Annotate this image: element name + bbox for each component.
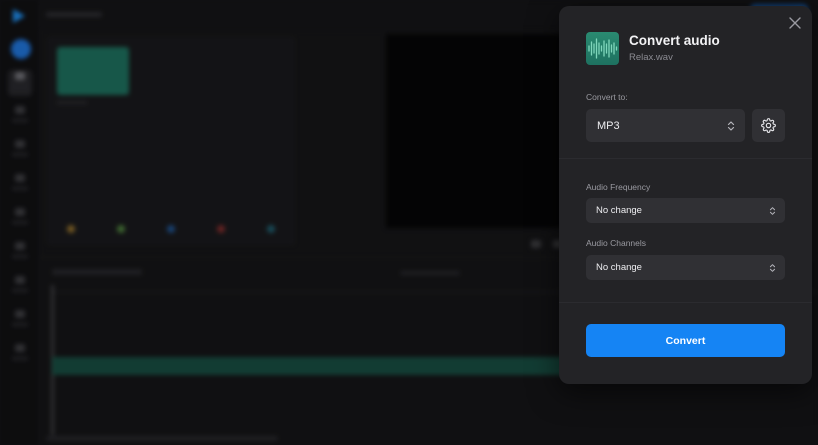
dialog-title: Convert audio (629, 33, 720, 48)
convert-to-label: Convert to: (586, 92, 628, 102)
audio-frequency-value: No change (596, 205, 642, 216)
format-value: MP3 (597, 119, 620, 132)
divider (559, 158, 812, 159)
video-editor-app: Convert audio Relax.wav Convert to: MP3 … (0, 0, 818, 445)
divider (559, 302, 812, 303)
audio-frequency-select[interactable]: No change (586, 198, 785, 223)
convert-button[interactable]: Convert (586, 324, 785, 357)
format-settings-button[interactable] (752, 109, 785, 142)
audio-channels-value: No change (596, 262, 642, 273)
close-button[interactable] (786, 14, 804, 32)
audio-channels-select[interactable]: No change (586, 255, 785, 280)
audio-channels-label: Audio Channels (586, 238, 647, 248)
audio-frequency-label: Audio Frequency (586, 182, 651, 192)
chevron-up-down-icon (727, 120, 735, 132)
close-icon (789, 17, 801, 29)
gear-icon (761, 118, 776, 133)
file-name: Relax.wav (629, 52, 673, 63)
audio-waveform-icon (586, 32, 619, 65)
format-select[interactable]: MP3 (586, 109, 745, 142)
chevron-up-down-icon (769, 206, 776, 216)
convert-audio-dialog: Convert audio Relax.wav Convert to: MP3 … (559, 6, 812, 384)
chevron-up-down-icon (769, 263, 776, 273)
